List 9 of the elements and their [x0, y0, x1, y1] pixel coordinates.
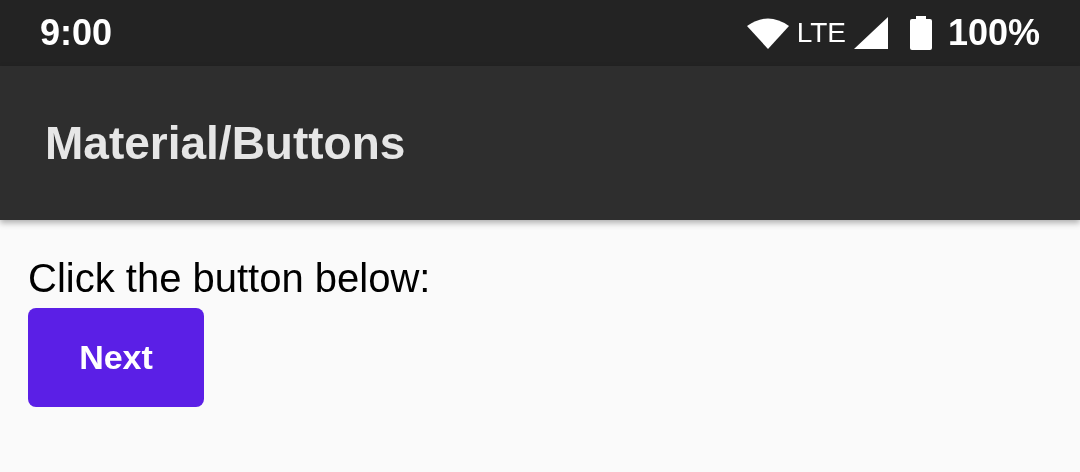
instruction-text: Click the button below: — [28, 255, 431, 302]
next-button[interactable]: Next — [28, 308, 204, 407]
battery-icon — [909, 16, 932, 50]
status-time: 9:00 — [40, 12, 113, 54]
battery-percentage: 100% — [947, 12, 1040, 54]
signal-icon — [853, 17, 888, 49]
app-title: Material/Buttons — [45, 116, 406, 170]
wifi-icon — [746, 17, 789, 49]
network-type: LTE — [796, 17, 846, 49]
